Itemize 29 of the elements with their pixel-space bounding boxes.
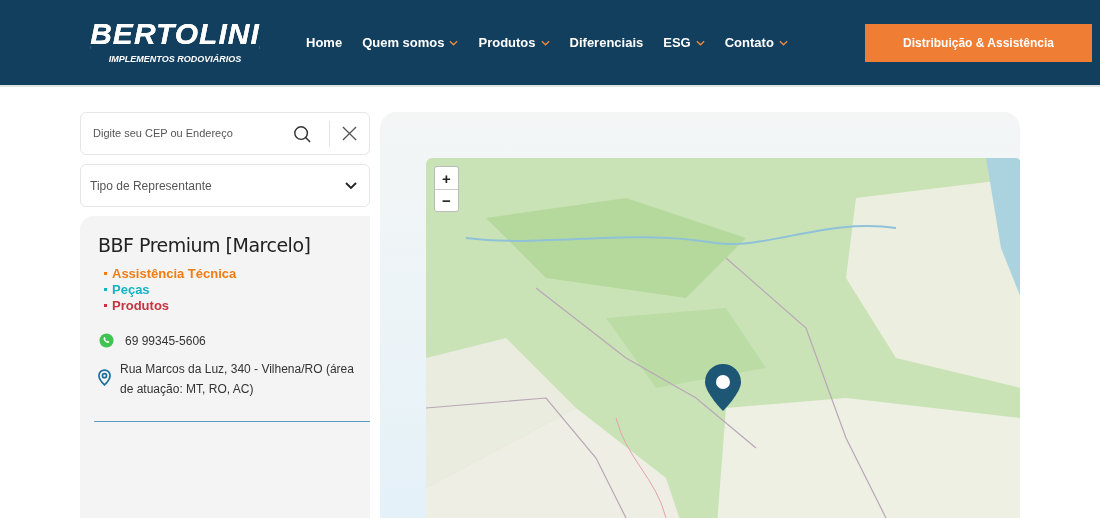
zoom-out-button[interactable]: − xyxy=(435,189,458,211)
search-field[interactable]: Digite seu CEP ou Endereço xyxy=(93,125,293,142)
nav-link[interactable]: Produtos xyxy=(478,32,550,53)
whatsapp-icon xyxy=(99,333,114,348)
nav-link[interactable]: Home xyxy=(306,32,343,53)
service-label: Assistência Técnica xyxy=(112,265,237,282)
chevron-down-icon xyxy=(695,39,705,46)
chevron-down-icon xyxy=(540,39,550,46)
brand-tagline: IMPLEMENTOS RODOVIÁRIOS xyxy=(108,52,242,66)
nav-link[interactable]: Quem somos xyxy=(362,32,459,53)
search-box[interactable]: Digite seu CEP ou Endereço xyxy=(80,112,370,155)
zoom-in-button[interactable]: + xyxy=(435,167,458,189)
close-icon[interactable] xyxy=(342,126,357,141)
service-label: Peças xyxy=(112,281,150,298)
representative-type-dropdown[interactable]: Tipo de Representante xyxy=(80,164,370,207)
dealer-address: Rua Marcos da Luz, 340 - Vilhena/RO (área de atuação: MT, RO, AC) xyxy=(120,360,355,398)
nav-link[interactable]: ESG xyxy=(663,32,705,53)
location-pin-icon xyxy=(98,368,111,386)
brand-logo[interactable]: BERTOLINI xyxy=(90,18,260,49)
search-icon[interactable] xyxy=(293,124,311,143)
nav-link[interactable]: Diferenciais xyxy=(569,32,644,53)
chevron-down-icon xyxy=(345,181,357,190)
phone-number: 69 99345-5606 xyxy=(125,332,206,350)
chevron-down-icon xyxy=(449,39,459,46)
nav-link[interactable]: Contato xyxy=(724,32,788,53)
chevron-down-icon xyxy=(778,39,788,46)
dealer-name: BBF Premium [Marcelo] xyxy=(98,233,312,258)
map-marker-icon xyxy=(704,364,742,412)
service-label: Produtos xyxy=(112,297,170,314)
